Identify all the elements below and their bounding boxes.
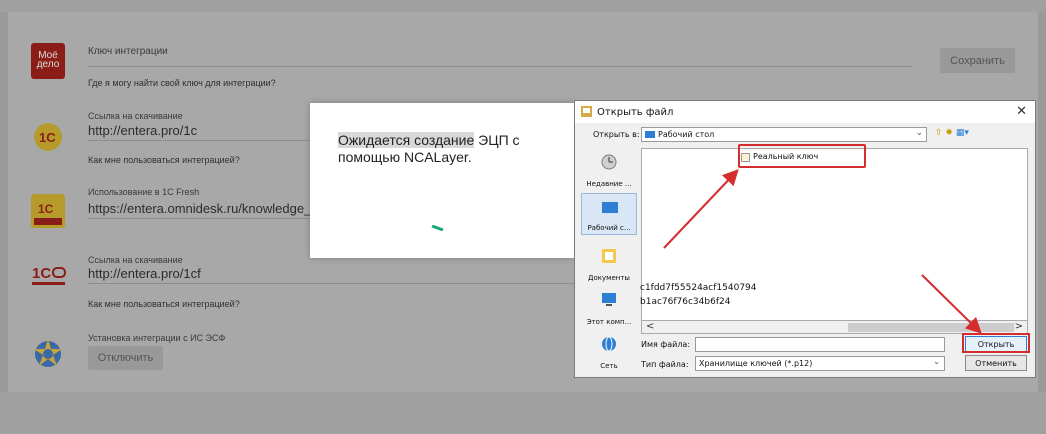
sidebar-item-recent[interactable]: Недавние ... — [581, 148, 637, 190]
view-menu-icon[interactable]: ▦▾ — [956, 128, 969, 138]
download-link-label: Ссылка на скачивание — [88, 111, 183, 121]
new-folder-icon[interactable]: ✸ — [945, 128, 953, 138]
file-highlight-box — [738, 144, 866, 168]
dialog-toolbar: ⇧ ✸ ▦▾ — [935, 128, 969, 138]
integration-key-input[interactable] — [88, 66, 913, 67]
save-button[interactable]: Сохранить — [940, 48, 1015, 73]
sidebar-label: Документы — [588, 274, 630, 282]
loading-spinner-icon — [431, 225, 444, 231]
sidebar-item-network[interactable]: Сеть — [581, 330, 637, 372]
scroll-thumb[interactable] — [848, 323, 1014, 332]
look-in-select[interactable]: Рабочий стол ⌄ — [641, 127, 927, 142]
download-link-value[interactable]: http://entera.pro/1c — [88, 123, 197, 138]
sidebar-label: Сеть — [600, 362, 618, 370]
moe-delo-logo: Моё дело — [31, 43, 65, 79]
help-link-usage[interactable]: Как мне пользоваться интеграцией? — [88, 155, 240, 165]
close-icon[interactable]: ✕ — [1016, 104, 1027, 119]
fresh-usage-value[interactable]: https://entera.omnidesk.ru/knowledge_bas… — [88, 201, 340, 216]
fresh-usage-label: Использование в 1С Fresh — [88, 187, 200, 197]
network-icon — [602, 336, 616, 352]
integration-key-label: Ключ интеграции — [88, 46, 168, 57]
up-folder-icon[interactable]: ⇧ — [935, 128, 943, 138]
hash-text-line-2: b1ac76f76c34b6f24 — [640, 297, 731, 307]
recent-icon — [601, 154, 617, 170]
svg-text:1С: 1С — [32, 265, 51, 282]
1c-buh-logo: 1С — [32, 265, 66, 285]
hash-text-line-1: c1fdd7f55524acf1540794 — [640, 283, 757, 293]
svg-text:1С: 1С — [38, 202, 54, 216]
filetype-select[interactable]: Хранилище ключей (*.p12) ⌄ — [695, 356, 945, 371]
modal-message: Ожидается создание ЭЦП с помощью NCALaye… — [338, 132, 558, 166]
download-link-underline — [88, 140, 313, 141]
desktop-icon — [645, 131, 655, 138]
chevron-down-icon: ⌄ — [933, 357, 940, 366]
filename-label: Имя файла: — [641, 340, 691, 349]
backdrop-bottom — [0, 392, 1046, 434]
modal-message-highlight: Ожидается создание — [338, 132, 475, 148]
sidebar-label: Рабочий с... — [587, 224, 631, 232]
download-link2-value[interactable]: http://entera.pro/1cf — [88, 266, 201, 281]
1c-fresh-logo: 1С — [31, 194, 65, 228]
chevron-down-icon: ⌄ — [915, 128, 923, 138]
places-sidebar: Недавние ... Рабочий с... Документы Этот… — [581, 148, 637, 374]
sidebar-label: Этот комп... — [586, 318, 632, 326]
help-link-key[interactable]: Где я могу найти свой ключ для интеграци… — [88, 78, 276, 88]
sidebar-item-desktop[interactable]: Рабочий с... — [581, 193, 637, 235]
filetype-label: Тип файла: — [641, 360, 689, 369]
esf-install-label: Установка интеграции с ИС ЭСФ — [88, 333, 226, 343]
filetype-value: Хранилище ключей (*.p12) — [699, 359, 813, 368]
esf-emblem-logo — [34, 339, 62, 367]
horizontal-scrollbar[interactable]: < > — [641, 320, 1028, 334]
help-link-usage-2[interactable]: Как мне пользоваться интеграцией? — [88, 299, 240, 309]
svg-text:1С: 1С — [39, 130, 56, 145]
desktop-icon — [602, 202, 618, 213]
ncalayer-modal: Ожидается создание ЭЦП с помощью NCALaye… — [310, 103, 575, 258]
fresh-usage-underline — [88, 218, 313, 219]
documents-icon — [602, 249, 616, 263]
sidebar-item-computer[interactable]: Этот комп... — [581, 286, 637, 328]
download-link2-underline — [88, 283, 574, 284]
java-app-icon — [581, 106, 592, 117]
computer-icon — [602, 293, 616, 306]
open-button-highlight-box — [962, 333, 1030, 353]
1c-logo: 1С — [34, 123, 62, 151]
look-in-value: Рабочий стол — [658, 130, 715, 139]
backdrop-top — [0, 0, 1046, 12]
scroll-left-icon[interactable]: < — [646, 321, 654, 332]
dialog-titlebar[interactable]: Открыть файл ✕ — [575, 101, 1035, 123]
dialog-title: Открыть файл — [597, 107, 674, 118]
sidebar-label: Недавние ... — [586, 180, 632, 188]
scroll-right-icon[interactable]: > — [1015, 321, 1023, 332]
sidebar-item-documents[interactable]: Документы — [581, 242, 637, 284]
disconnect-button[interactable]: Отключить — [88, 346, 163, 370]
look-in-label: Открыть в: — [593, 130, 640, 139]
cancel-button[interactable]: Отменить — [965, 355, 1027, 371]
filename-input[interactable] — [695, 337, 945, 352]
download-link2-label: Ссылка на скачивание — [88, 255, 183, 265]
